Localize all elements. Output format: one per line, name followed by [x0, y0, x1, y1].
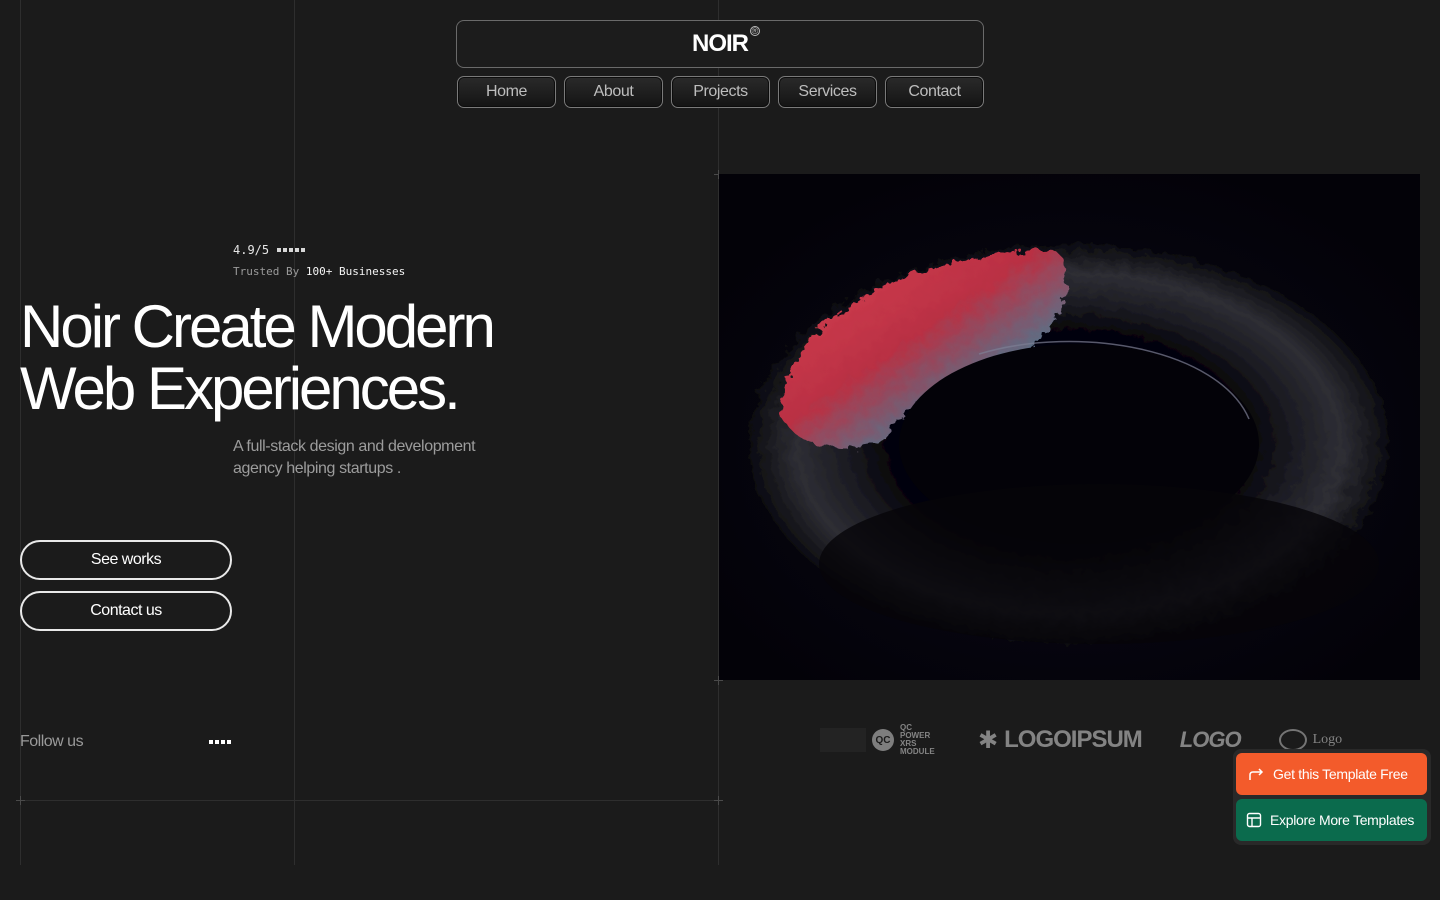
nav-projects[interactable]: Projects — [671, 76, 770, 108]
brand-box[interactable]: NOIR ® — [456, 20, 984, 68]
hero-image — [719, 174, 1420, 680]
logo-block — [820, 728, 866, 752]
headline-line-2: Web Experiences. — [20, 355, 461, 422]
star-icon — [301, 248, 306, 252]
crosshair-mark — [714, 796, 723, 805]
star-icon — [283, 248, 288, 252]
rating-score: 4.9/5 — [233, 243, 270, 257]
partner-logo: Logo — [1278, 729, 1343, 751]
star-icon — [295, 248, 300, 252]
nav-home[interactable]: Home — [457, 76, 556, 108]
get-template-label: Get this Template Free — [1273, 766, 1408, 782]
logo-text: LOGOIPSUM — [1004, 726, 1143, 753]
rating: 4.9/5 — [233, 243, 306, 257]
logo-text-small: QC POWER XRS MODULE — [900, 723, 935, 756]
nav-contact[interactable]: Contact — [885, 76, 984, 108]
qc-icon: QC — [872, 729, 894, 751]
follow-us-label: Follow us — [20, 733, 84, 750]
social-icon[interactable] — [215, 740, 219, 744]
trusted-prefix: Trusted By — [233, 265, 300, 278]
share-arrow-icon — [1249, 768, 1264, 780]
rating-stars — [277, 248, 306, 252]
headline-line-1: Noir Create Modern — [20, 293, 496, 360]
partner-logo: QC QC POWER XRS MODULE — [820, 724, 940, 756]
partner-logo: ✱ LOGOIPSUM — [978, 726, 1143, 755]
nav-about[interactable]: About — [564, 76, 663, 108]
star-icon — [277, 248, 282, 252]
explore-templates-button[interactable]: Explore More Templates — [1236, 799, 1427, 841]
hero-subtext: A full-stack design and development agen… — [233, 438, 476, 477]
logo-text: LOGO — [1179, 727, 1242, 752]
logoipsum-icon: ✱ — [978, 726, 999, 754]
social-links — [209, 740, 231, 744]
social-icon[interactable] — [221, 740, 225, 744]
partner-logo: LOGO — [1179, 727, 1242, 753]
grid-guide-line — [294, 0, 295, 865]
explore-templates-label: Explore More Templates — [1270, 812, 1415, 828]
layout-icon — [1246, 812, 1262, 828]
crosshair-mark — [16, 796, 25, 805]
social-icon[interactable] — [209, 740, 213, 744]
star-icon — [289, 248, 294, 252]
grid-guide-line — [20, 800, 720, 801]
see-works-button[interactable]: See works — [20, 540, 232, 580]
logo-text: Logo — [1312, 732, 1343, 747]
hero-headline: Noir Create Modern Web Experiences. — [20, 296, 540, 420]
brand-name: NOIR — [692, 30, 749, 57]
trusted-count: 100+ Businesses — [305, 265, 406, 278]
registered-mark: ® — [750, 26, 760, 36]
torus-render — [719, 174, 1420, 680]
brand-logo: NOIR ® — [692, 26, 760, 58]
nav-services[interactable]: Services — [778, 76, 877, 108]
social-icon[interactable] — [227, 740, 231, 744]
logo-circle-icon — [1278, 729, 1307, 751]
contact-us-button[interactable]: Contact us — [20, 591, 232, 631]
get-template-button[interactable]: Get this Template Free — [1236, 753, 1427, 795]
trusted-by: Trusted By 100+ Businesses — [233, 265, 405, 278]
main-nav: Home About Projects Services Contact — [457, 76, 984, 108]
